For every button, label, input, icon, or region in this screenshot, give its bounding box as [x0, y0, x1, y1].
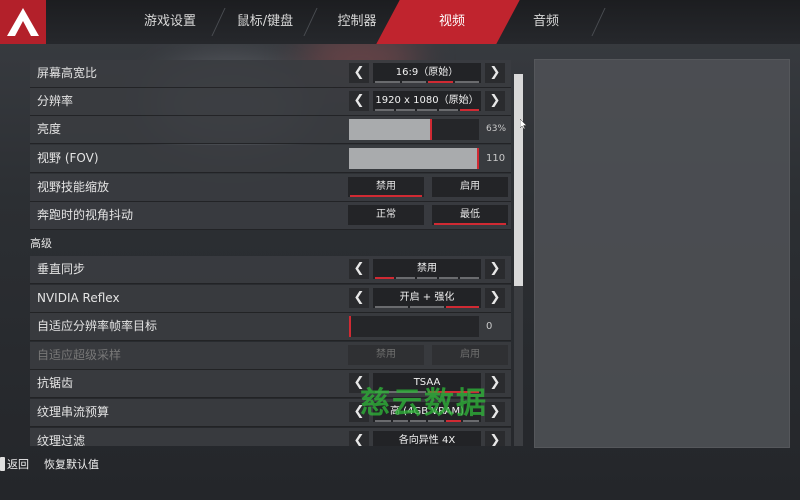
tab-controller[interactable]: 控制器 [318, 0, 396, 44]
setting-label: 自适应超级采样 [37, 348, 122, 362]
tab-game-settings[interactable]: 游戏设置 [128, 0, 212, 44]
setting-row-resolution: 分辨率 ❮ 1920 x 1080（原始） ❯ [30, 88, 511, 116]
watermark-text: 慈云数据 [360, 386, 488, 421]
chevron-right-icon[interactable]: ❯ [485, 259, 505, 279]
slider-value: 63% [486, 124, 507, 134]
chevron-left-icon[interactable]: ❮ [349, 259, 369, 279]
slider-fill [349, 148, 479, 169]
option-disable[interactable]: 禁用 [348, 177, 424, 197]
footer-bar: 返回 恢复默认值 [0, 456, 800, 476]
setting-label: 垂直同步 [37, 262, 86, 276]
reset-defaults-button[interactable]: 恢复默认值 [44, 456, 99, 474]
setting-row-fov-ability-scaling: 视野技能缩放 禁用 启用 [30, 174, 511, 202]
slider-value: 110 [486, 153, 506, 164]
setting-row-fov: 视野 (FOV) 110 [30, 145, 511, 173]
option-normal[interactable]: 正常 [348, 205, 424, 225]
scrollbar-thumb[interactable] [514, 74, 523, 286]
setting-row-sprint-view-shake: 奔跑时的视角抖动 正常 最低 [30, 202, 511, 230]
slider-handle[interactable] [477, 148, 479, 169]
setting-label: 奔跑时的视角抖动 [37, 208, 134, 222]
back-key-icon [0, 457, 5, 471]
section-title: 高级 [30, 237, 52, 250]
texture-filtering-selector[interactable]: 各向异性 4X [373, 431, 481, 446]
setting-row-adaptive-supersampling: 自适应超级采样 禁用 启用 [30, 342, 511, 370]
tab-audio[interactable]: 音频 [510, 0, 582, 44]
chevron-right-icon[interactable]: ❯ [485, 373, 505, 393]
tab-divider [211, 8, 226, 36]
brightness-slider[interactable] [349, 119, 479, 140]
option-disable: 禁用 [348, 345, 424, 365]
setting-label: 纹理过滤 [37, 434, 86, 446]
option-enable: 启用 [432, 345, 508, 365]
setting-preview-panel [534, 59, 790, 448]
slider-value: 0 [486, 321, 493, 332]
resolution-selector[interactable]: 1920 x 1080（原始） [373, 91, 481, 111]
setting-row-adaptive-resolution-target: 自适应分辨率帧率目标 0 [30, 313, 511, 341]
setting-label: NVIDIA Reflex [37, 291, 120, 305]
advanced-section-header: 高级 [30, 230, 511, 257]
option-enable[interactable]: 启用 [432, 177, 508, 197]
fov-slider[interactable] [349, 148, 479, 169]
option-ticks [375, 109, 480, 111]
setting-row-aspect-ratio: 屏幕高宽比 ❮ 16:9（原始） ❯ [30, 60, 511, 88]
chevron-right-icon[interactable]: ❯ [485, 91, 505, 111]
chevron-right-icon[interactable]: ❯ [485, 431, 505, 446]
selector-value: 16:9（原始） [395, 67, 459, 78]
chevron-right-icon[interactable]: ❯ [485, 288, 505, 308]
back-button[interactable]: 返回 [7, 456, 29, 474]
mouse-cursor-icon [520, 119, 528, 129]
slider-handle[interactable] [430, 119, 432, 140]
option-ticks [375, 306, 479, 308]
setting-label: 屏幕高宽比 [37, 66, 98, 80]
chevron-left-icon[interactable]: ❮ [349, 91, 369, 111]
setting-label: 分辨率 [37, 94, 74, 108]
adaptive-resolution-slider[interactable] [349, 316, 479, 337]
selector-value: 各向异性 4X [398, 435, 456, 446]
setting-label: 抗锯齿 [37, 376, 74, 390]
tab-divider [303, 8, 318, 36]
top-navigation: 游戏设置 鼠标/键盘 控制器 视频 音频 [0, 0, 800, 44]
setting-label: 纹理串流预算 [37, 405, 110, 419]
chevron-left-icon[interactable]: ❮ [349, 431, 369, 446]
selector-value: 1920 x 1080（原始） [375, 95, 479, 106]
nvidia-reflex-selector[interactable]: 开启 + 强化 [373, 288, 481, 308]
setting-row-vsync: 垂直同步 ❮ 禁用 ❯ [30, 256, 511, 284]
setting-row-brightness: 亮度 63% [30, 116, 511, 144]
tab-mouse-keyboard[interactable]: 鼠标/键盘 [226, 0, 304, 44]
setting-row-texture-filtering: 纹理过滤 ❮ 各向异性 4X ❯ [30, 428, 511, 446]
setting-label: 自适应分辨率帧率目标 [37, 319, 158, 333]
option-ticks [375, 81, 479, 83]
option-minimal[interactable]: 最低 [432, 205, 508, 225]
selector-value: 禁用 [417, 263, 437, 274]
chevron-right-icon[interactable]: ❯ [485, 402, 505, 422]
setting-label: 视野技能缩放 [37, 180, 110, 194]
chevron-left-icon[interactable]: ❮ [349, 288, 369, 308]
slider-fill [349, 119, 431, 140]
vsync-selector[interactable]: 禁用 [373, 259, 481, 279]
option-ticks [375, 277, 480, 279]
settings-scrollbar[interactable] [514, 74, 523, 446]
chevron-right-icon[interactable]: ❯ [485, 63, 505, 83]
chevron-left-icon[interactable]: ❮ [349, 63, 369, 83]
setting-label: 视野 (FOV) [37, 151, 99, 165]
setting-row-nvidia-reflex: NVIDIA Reflex ❮ 开启 + 强化 ❯ [30, 285, 511, 313]
setting-label: 亮度 [37, 122, 62, 136]
selector-value: 开启 + 强化 [399, 292, 455, 303]
tab-divider [591, 8, 606, 36]
aspect-ratio-selector[interactable]: 16:9（原始） [373, 63, 481, 83]
slider-handle[interactable] [349, 316, 351, 337]
apex-logo [0, 0, 46, 44]
tab-video[interactable]: 视频 [412, 0, 492, 44]
